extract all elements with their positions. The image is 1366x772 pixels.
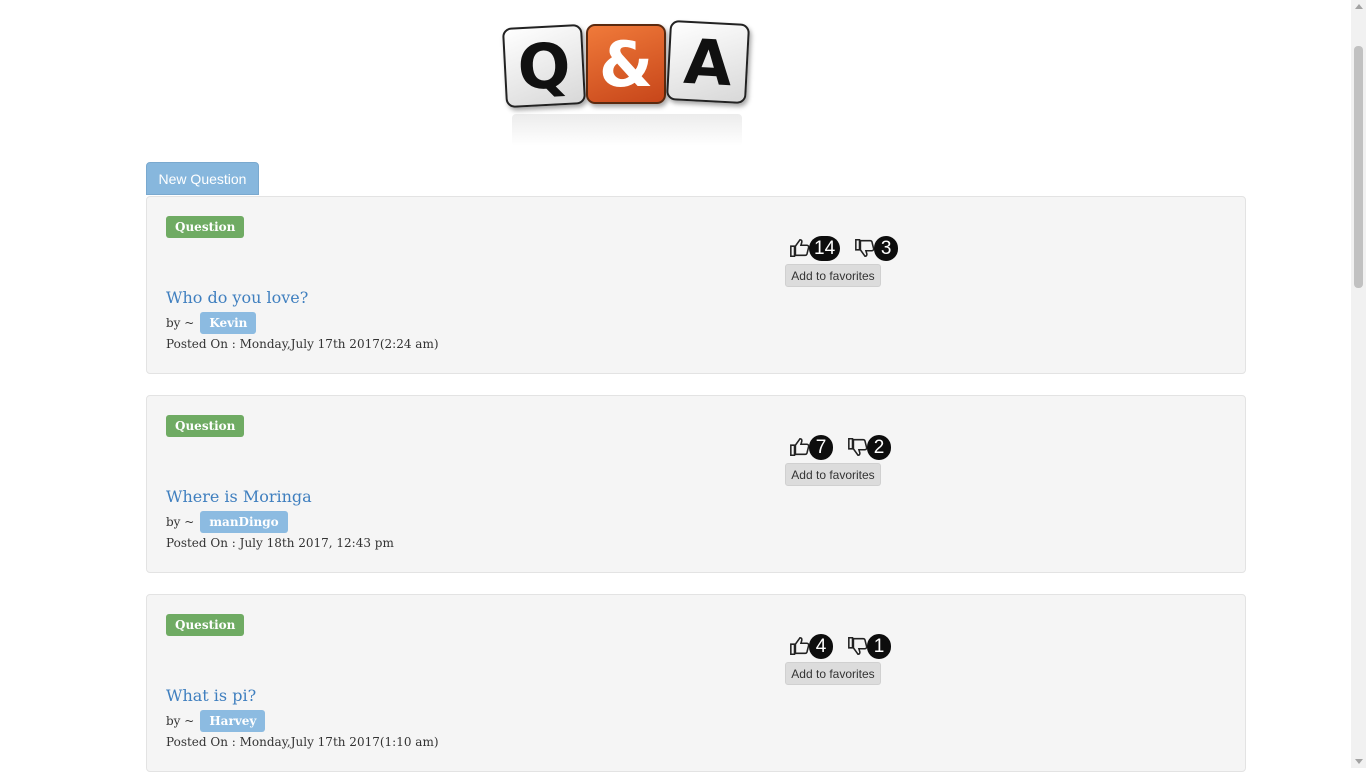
dislike-button[interactable]: 2: [847, 434, 891, 460]
add-to-favorites-button[interactable]: Add to favorites: [785, 463, 881, 486]
posted-date: Posted On : Monday,July 17th 2017(1:10 a…: [166, 735, 439, 749]
author-line: by ~ Harvey: [166, 710, 266, 732]
author-badge[interactable]: manDingo: [200, 511, 288, 533]
dislike-count: 1: [867, 633, 891, 659]
dislike-count: 3: [874, 235, 899, 261]
thumbs-up-icon: [790, 238, 810, 258]
thumbs-down-icon: [855, 238, 875, 258]
question-label: Question: [166, 614, 245, 636]
question-card: Question 7 2 Add to favorites Where is M…: [146, 395, 1246, 573]
question-title-link[interactable]: Who do you love?: [166, 288, 308, 307]
question-title-link[interactable]: Where is Moringa: [166, 487, 312, 506]
author-line: by ~ manDingo: [166, 511, 288, 533]
thumbs-down-icon: [848, 636, 868, 656]
by-prefix: by ~: [166, 714, 195, 728]
posted-date: Posted On : Monday,July 17th 2017(2:24 a…: [166, 337, 439, 351]
scroll-up-arrow-icon[interactable]: [1355, 4, 1363, 9]
dislike-button[interactable]: 1: [847, 633, 891, 659]
thumbs-down-icon: [848, 437, 868, 457]
scroll-down-arrow-icon[interactable]: [1355, 759, 1363, 764]
like-count: 14: [809, 235, 841, 261]
logo-cube-q: Q: [501, 23, 587, 109]
logo-cube-a: A: [665, 19, 751, 105]
like-button[interactable]: 4: [789, 633, 833, 659]
vote-group: 4 1: [789, 633, 905, 659]
thumbs-up-icon: [790, 636, 810, 656]
dislike-count: 2: [867, 434, 891, 460]
by-prefix: by ~: [166, 515, 195, 529]
question-card: Question 14 3 Add to favorites Who do yo…: [146, 196, 1246, 374]
author-line: by ~ Kevin: [166, 312, 257, 334]
author-badge[interactable]: Kevin: [200, 312, 257, 334]
vote-group: 7 2: [789, 434, 905, 460]
question-card: Question 4 1 Add to favorites What is pi…: [146, 594, 1246, 772]
vote-group: 14 3: [789, 235, 912, 261]
question-label: Question: [166, 415, 245, 437]
like-button[interactable]: 14: [789, 235, 841, 261]
scrollbar-thumb[interactable]: [1354, 46, 1363, 288]
thumbs-up-icon: [790, 437, 810, 457]
like-count: 4: [809, 633, 833, 659]
author-badge[interactable]: Harvey: [200, 710, 266, 732]
question-title-link[interactable]: What is pi?: [166, 686, 256, 705]
add-to-favorites-button[interactable]: Add to favorites: [785, 662, 881, 685]
posted-date: Posted On : July 18th 2017, 12:43 pm: [166, 536, 394, 550]
like-button[interactable]: 7: [789, 434, 833, 460]
logo-cube-ampersand: &: [586, 24, 666, 104]
add-to-favorites-button[interactable]: Add to favorites: [785, 264, 881, 287]
logo-reflection: [512, 114, 742, 146]
new-question-button[interactable]: New Question: [146, 162, 259, 195]
by-prefix: by ~: [166, 316, 195, 330]
dislike-button[interactable]: 3: [854, 235, 899, 261]
qa-logo: Q & A: [501, 18, 751, 148]
like-count: 7: [809, 434, 833, 460]
question-label: Question: [166, 216, 245, 238]
vertical-scrollbar[interactable]: [1351, 0, 1366, 768]
